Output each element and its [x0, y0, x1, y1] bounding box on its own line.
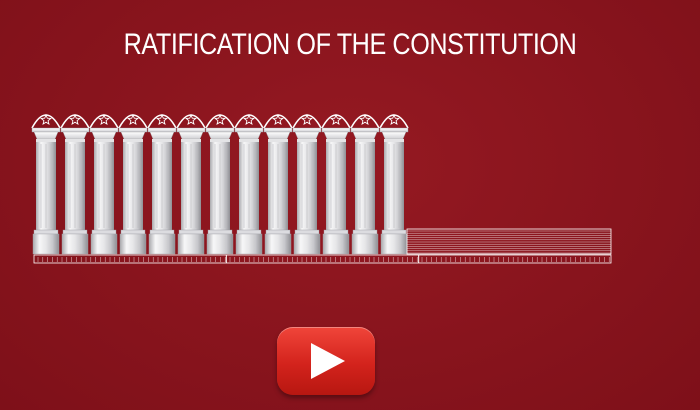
- arch: [176, 113, 206, 129]
- column: [234, 127, 264, 255]
- base-rail-frame: [33, 254, 612, 264]
- column: [379, 127, 409, 255]
- base-rail: [33, 254, 612, 264]
- column: [89, 127, 119, 255]
- arch: [205, 113, 235, 129]
- arch: [321, 113, 351, 129]
- arch: [292, 113, 322, 129]
- column: [176, 127, 206, 255]
- unbuilt-foundation: [406, 228, 612, 255]
- arch: [379, 113, 409, 129]
- column: [263, 127, 293, 255]
- column: [321, 127, 351, 255]
- unbuilt-outline: [406, 228, 612, 255]
- arch: [147, 113, 177, 129]
- arch: [118, 113, 148, 129]
- column: [147, 127, 177, 255]
- arch: [31, 113, 61, 129]
- column-row: [31, 127, 409, 255]
- arch: [350, 113, 380, 129]
- play-icon: [311, 343, 345, 379]
- play-button[interactable]: [277, 327, 375, 395]
- arch: [263, 113, 293, 129]
- column: [292, 127, 322, 255]
- arch: [60, 113, 90, 129]
- column: [350, 127, 380, 255]
- column: [118, 127, 148, 255]
- column: [31, 127, 61, 255]
- column: [60, 127, 90, 255]
- arch-row: [31, 113, 409, 129]
- arch: [89, 113, 119, 129]
- column: [205, 127, 235, 255]
- arch: [234, 113, 264, 129]
